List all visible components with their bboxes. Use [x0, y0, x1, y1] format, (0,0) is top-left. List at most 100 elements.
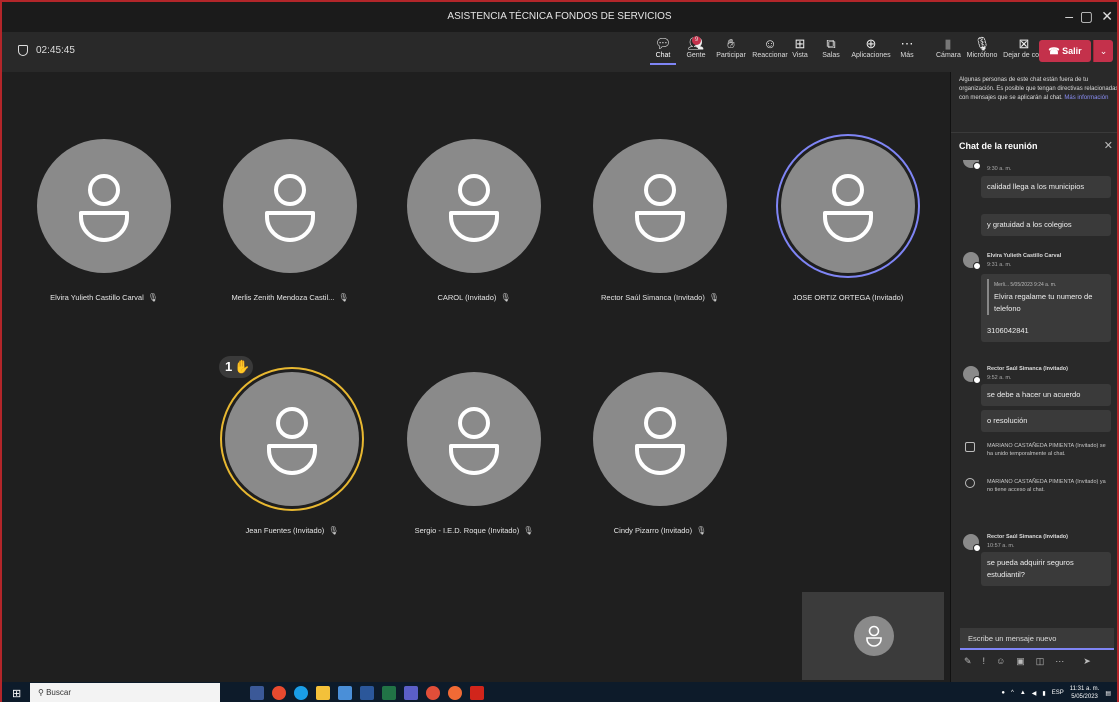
message-time: 9:31 a. m.: [987, 262, 1012, 268]
person-icon: [267, 407, 317, 475]
more-info-link[interactable]: Más información: [1064, 95, 1108, 101]
external-org-notice: Algunas personas de este chat están fuer…: [959, 76, 1117, 103]
chrome-app-icon[interactable]: [272, 686, 286, 700]
meeting-toolbar: 02:45:45 💬︎ Chat 👥︎ 9 Gente ✋︎ Participa…: [2, 32, 1117, 72]
mic-button[interactable]: 🎙︎ Micrófono: [964, 36, 1000, 59]
shield-icon: [18, 45, 28, 56]
send-icon[interactable]: ➤: [1083, 656, 1091, 670]
chat-message: o resolución: [981, 410, 1111, 432]
camera-off-icon: ▮: [944, 36, 952, 51]
leave-button[interactable]: ☎ Salir: [1039, 40, 1091, 62]
more-button[interactable]: ⋯ Más: [897, 36, 917, 59]
avatar: [963, 160, 981, 170]
firefox-app-icon[interactable]: [448, 686, 462, 700]
raise-hand-button[interactable]: ✋︎ Participar: [712, 36, 750, 59]
message-text: 3106042841: [987, 326, 1029, 335]
chat-message: se pueda adquirir seguros estudiantil?: [981, 552, 1111, 586]
urgent-icon[interactable]: !: [983, 656, 986, 670]
participant-tile[interactable]: Sergio - I.E.D. Roque (Invitado) 🎙︎: [390, 372, 558, 535]
chrome-profile-icon[interactable]: [426, 686, 440, 700]
view-icon: ⊞: [794, 36, 806, 51]
acrobat-app-icon[interactable]: [470, 686, 484, 700]
raised-hand-badge: 1 ✋: [219, 356, 253, 378]
notifications-icon[interactable]: ▤: [1105, 690, 1111, 697]
avatar: [963, 366, 981, 384]
participant-name: Elvira Yulieth Castillo Carval: [50, 293, 144, 302]
chat-icon: 💬︎: [654, 36, 672, 51]
chevron-up-icon[interactable]: ^: [1011, 690, 1014, 696]
participant-name: JOSE ORTIZ ORTEGA (Invitado): [792, 293, 904, 302]
clock[interactable]: 11:31 a. m. 5/05/2023: [1070, 685, 1100, 701]
network-icon[interactable]: ▲: [1020, 690, 1026, 696]
participant-tile[interactable]: CAROL (Invitado) 🎙︎: [390, 139, 558, 302]
more-options-icon[interactable]: ⋯: [1055, 656, 1064, 670]
calculator-app-icon[interactable]: [250, 686, 264, 700]
participant-tile[interactable]: Elvira Yulieth Castillo Carval 🎙︎: [20, 139, 188, 302]
view-label: Vista: [792, 52, 808, 59]
people-button[interactable]: 👥︎ 9 Gente: [682, 36, 710, 59]
minimize-icon[interactable]: –: [1065, 8, 1073, 24]
rooms-button[interactable]: ⧉ Salas: [820, 36, 842, 59]
people-label: Gente: [686, 52, 706, 59]
close-icon[interactable]: ✕: [1104, 139, 1113, 152]
person-icon: [449, 174, 499, 242]
avatar: [963, 252, 981, 270]
volume-icon[interactable]: ◀: [1032, 690, 1037, 697]
emoji-icon[interactable]: ☺: [996, 656, 1005, 670]
taskbar-search[interactable]: ⚲ Buscar: [30, 683, 220, 702]
apps-icon: ⊕: [865, 36, 877, 51]
window-title: ASISTENCIA TÉCNICA FONDOS DE SERVICIOS: [447, 11, 672, 22]
chat-button[interactable]: 💬︎ Chat: [650, 36, 676, 65]
self-view-tile[interactable]: [802, 592, 944, 680]
participant-tile[interactable]: Cindy Pizarro (Invitado) 🎙︎: [576, 372, 744, 535]
chat-message: se debe a hacer un acuerdo: [981, 384, 1111, 406]
mic-off-icon: 🎙︎: [523, 526, 534, 535]
react-button[interactable]: ☺ Reaccionar: [750, 36, 790, 59]
clock-time: 11:31 a. m.: [1069, 686, 1100, 692]
participant-tile[interactable]: Merlis Zenith Mendoza Castil... 🎙︎: [206, 139, 374, 302]
avatar: [781, 139, 915, 273]
participant-tile-speaking[interactable]: JOSE ORTIZ ORTEGA (Invitado): [764, 139, 932, 302]
camera-button[interactable]: ▮ Cámara: [936, 36, 961, 59]
sticker-icon[interactable]: ◫: [1036, 656, 1045, 670]
mic-tray-icon[interactable]: ▮: [1042, 690, 1045, 697]
file-explorer-icon[interactable]: [316, 686, 330, 700]
avatar: [593, 139, 727, 273]
clock-date: 5/05/2023: [1071, 694, 1098, 700]
leave-options-button[interactable]: ⌄: [1093, 40, 1113, 62]
message-time: 10:57 a. m.: [987, 543, 1015, 549]
participant-tile[interactable]: Rector Saúl Simanca (Invitado) 🎙︎: [576, 139, 744, 302]
excel-app-icon[interactable]: [382, 686, 396, 700]
store-app-icon[interactable]: [338, 686, 352, 700]
chat-message-list[interactable]: 9:30 a. m. calidad llega a los municipio…: [951, 160, 1117, 620]
view-button[interactable]: ⊞ Vista: [790, 36, 810, 59]
participant-tile-hand-raised[interactable]: 1 ✋ Jean Fuentes (Invitado) 🎙︎: [208, 356, 376, 535]
apps-button[interactable]: ⊕ Aplicaciones: [850, 36, 892, 59]
close-window-icon[interactable]: ✕: [1101, 8, 1113, 25]
teams-app-icon[interactable]: [404, 686, 418, 700]
quote-meta: Merli... 5/05/2023 9:24 a. m.: [994, 282, 1057, 288]
windows-start-icon[interactable]: ⊞: [12, 687, 21, 700]
people-count-badge: 9: [692, 36, 701, 45]
quoted-reply: Merli... 5/05/2023 9:24 a. m. Elvira reg…: [987, 279, 1105, 315]
person-icon: [449, 407, 499, 475]
raise-hand-icon: ✋︎: [727, 36, 735, 51]
quote-text: Elvira regalame tu numero de telefono: [994, 292, 1093, 313]
language-indicator[interactable]: ESP: [1052, 690, 1064, 696]
message-sender: Elvira Yulieth Castillo Carval: [987, 253, 1062, 259]
word-app-icon[interactable]: [360, 686, 374, 700]
raise-hand-label: Participar: [716, 52, 746, 59]
mic-off-icon: 🎙︎: [147, 293, 158, 302]
chat-compose-input[interactable]: Escribe un mensaje nuevo: [960, 628, 1114, 650]
participant-gallery: Elvira Yulieth Castillo Carval 🎙︎ Merlis …: [2, 72, 950, 682]
maximize-icon[interactable]: ▢: [1080, 8, 1093, 25]
edge-app-icon[interactable]: [294, 686, 308, 700]
message-time: 9:52 a. m.: [987, 375, 1012, 381]
search-placeholder: Buscar: [46, 688, 71, 697]
format-icon[interactable]: ✎: [964, 656, 972, 670]
react-label: Reaccionar: [752, 52, 788, 59]
participant-name: Sergio - I.E.D. Roque (Invitado): [414, 526, 520, 535]
participant-name: Merlis Zenith Mendoza Castil...: [231, 293, 335, 302]
teams-tray-icon[interactable]: ●: [1001, 690, 1005, 696]
gif-icon[interactable]: ▣: [1016, 656, 1025, 670]
